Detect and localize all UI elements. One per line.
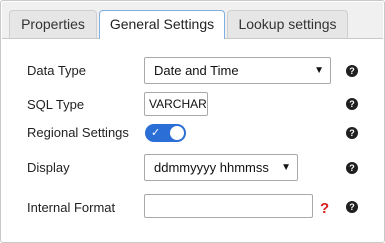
data-type-select[interactable]: Date and Time ▼ [144, 57, 331, 84]
tab-bar: Properties General Settings Lookup setti… [2, 2, 383, 39]
display-select[interactable]: ddmmyyyy hhmmss ▼ [144, 154, 298, 181]
internal-format-field[interactable] [144, 194, 313, 218]
tab-general-settings[interactable]: General Settings [99, 10, 225, 39]
missing-value-icon: ? [320, 200, 330, 217]
display-label: Display [27, 160, 70, 175]
help-icon[interactable]: ? [346, 98, 358, 110]
data-type-label: Data Type [27, 63, 87, 78]
data-type-value: Date and Time [154, 63, 239, 78]
check-icon: ✓ [151, 127, 161, 139]
sql-type-value: VARCHAR [149, 97, 207, 111]
help-icon[interactable]: ? [346, 65, 358, 77]
regional-settings-label: Regional Settings [27, 125, 129, 140]
tab-lookup-settings[interactable]: Lookup settings [227, 10, 348, 38]
help-icon[interactable]: ? [346, 127, 358, 139]
chevron-down-icon: ▼ [281, 162, 291, 173]
toggle-knob [170, 126, 184, 140]
help-icon[interactable]: ? [346, 201, 358, 213]
chevron-down-icon: ▼ [314, 65, 324, 76]
help-icon[interactable]: ? [346, 162, 358, 174]
internal-format-label: Internal Format [27, 200, 116, 215]
sql-type-label: SQL Type [27, 97, 85, 112]
sql-type-field[interactable]: VARCHAR [144, 92, 208, 116]
display-value: ddmmyyyy hhmmss [154, 160, 269, 175]
tab-properties[interactable]: Properties [9, 10, 97, 38]
regional-settings-toggle[interactable]: ✓ [145, 124, 186, 142]
